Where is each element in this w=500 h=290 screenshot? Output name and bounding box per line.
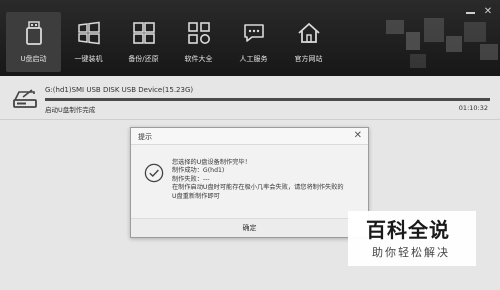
app-grid-icon	[187, 22, 210, 44]
message-line: U盘重新制作即可	[172, 192, 220, 200]
dialog-close-button[interactable]: ✕	[354, 130, 362, 141]
message-line: 在制作启动U盘时可能存在极小几率会失败，请您将制作失败的	[172, 184, 344, 192]
dialog-title: 提示	[138, 133, 152, 141]
backup-restore-icon	[132, 22, 155, 44]
nav-usb-boot[interactable]: U盘启动	[6, 12, 61, 72]
nav-official-site[interactable]: 官方网站	[281, 12, 336, 72]
device-row: G:(hd1)SMI USB DISK USB Device(15.23G) 启…	[0, 84, 500, 114]
elapsed-time: 01:10:32	[458, 104, 488, 112]
usb-drive-icon	[25, 21, 42, 45]
watermark-subtitle: 助你轻松解决	[372, 246, 450, 259]
nav-label: 一键装机	[74, 55, 103, 63]
watermark: 百科全说 助你轻松解决	[348, 211, 476, 266]
chat-bubble-icon	[243, 24, 264, 42]
progress-fill	[45, 98, 490, 101]
disk-drive-icon	[13, 89, 37, 108]
nav-software-center[interactable]: 软件大全	[171, 12, 226, 72]
message-line: 制作成功：G(hd1)	[172, 167, 225, 175]
home-icon	[297, 23, 320, 43]
message-line: 制作失败：---	[172, 175, 210, 183]
check-circle-icon	[144, 163, 164, 183]
nav-one-click-install[interactable]: 一键装机	[61, 12, 116, 72]
main-nav: U盘启动 一键装机 备份/还原 软件大全 人工服务 官方网站	[6, 12, 336, 72]
ok-button[interactable]: 确定	[233, 223, 267, 233]
top-toolbar: ✕ U盘启动 一键装机 备份/还原 软件大全 人工服务 官方网站	[0, 0, 500, 76]
device-name: G:(hd1)SMI USB DISK USB Device(15.23G)	[45, 86, 194, 94]
nav-manual-service[interactable]: 人工服务	[226, 12, 281, 72]
windows-logo-icon	[77, 21, 100, 45]
dialog-body: 您选择的U盘设备制作完毕！ 制作成功：G(hd1) 制作失败：--- 在制作启动…	[131, 146, 368, 220]
nav-backup-restore[interactable]: 备份/还原	[116, 12, 171, 72]
pixelated-area	[380, 14, 500, 74]
watermark-title: 百科全说	[366, 218, 450, 242]
nav-label: 人工服务	[239, 55, 268, 63]
nav-label: 备份/还原	[128, 55, 159, 63]
nav-label: 官方网站	[294, 55, 323, 63]
info-dialog: 提示 ✕ 您选择的U盘设备制作完毕！ 制作成功：G(hd1) 制作失败：--- …	[130, 127, 369, 238]
nav-label: U盘启动	[20, 55, 47, 63]
device-status: 启动U盘制作完成	[45, 106, 96, 114]
dialog-message: 您选择的U盘设备制作完毕！ 制作成功：G(hd1) 制作失败：--- 在制作启动…	[172, 159, 362, 201]
progress-bar	[45, 98, 490, 101]
nav-label: 软件大全	[184, 55, 213, 63]
dialog-footer: 确定	[131, 218, 368, 237]
divider	[0, 119, 500, 120]
dialog-title-bar: 提示 ✕	[131, 128, 368, 145]
